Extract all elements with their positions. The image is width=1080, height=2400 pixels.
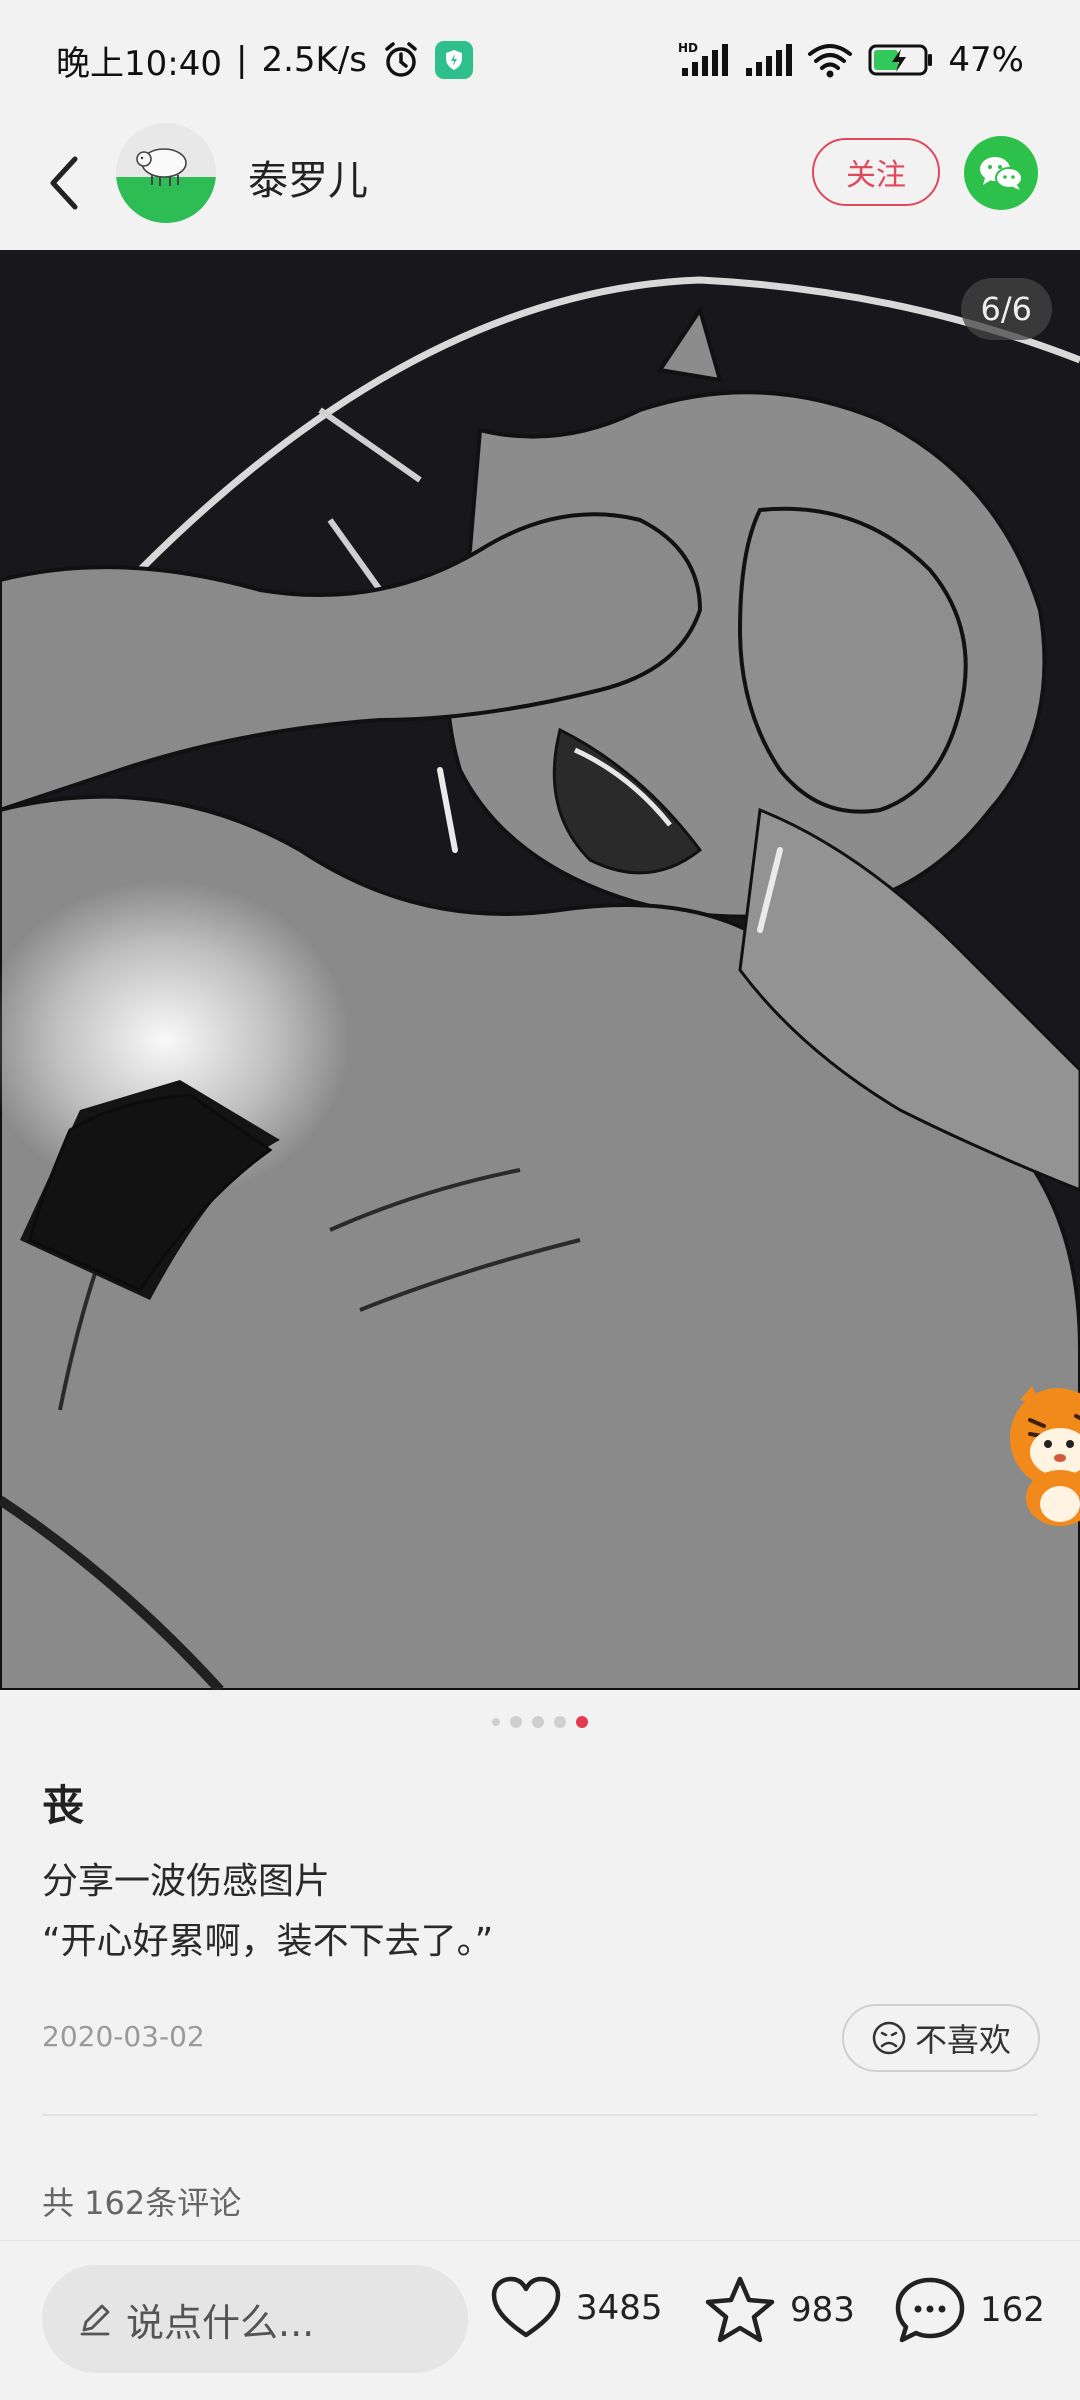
- dislike-button[interactable]: 不喜欢: [842, 2004, 1040, 2072]
- post-date: 2020-03-02: [42, 2020, 205, 2053]
- network-speed: 2.5K/s: [261, 40, 367, 80]
- status-right: HD 47%: [678, 40, 1024, 80]
- status-left: 晚上10:40 | 2.5K/s: [56, 36, 473, 85]
- post-title: 丧: [42, 1781, 85, 1830]
- battery-icon: [868, 42, 934, 78]
- follow-button[interactable]: 关注: [812, 138, 940, 206]
- comment-count-bottom: 162: [980, 2290, 1045, 2330]
- hd-label: HD: [678, 41, 698, 55]
- back-button[interactable]: [30, 148, 100, 218]
- tiger-mascot-floating[interactable]: [1000, 1380, 1080, 1534]
- post-detail-page: 晚上10:40 | 2.5K/s HD 47% 泰罗儿 关注 6/6 丧 分享一…: [0, 0, 1080, 2400]
- image-counter: 6/6: [960, 278, 1052, 340]
- comment-input-placeholder: 说点什么...: [126, 2300, 315, 2345]
- bottom-action-bar: 说点什么... 3485 983 162: [0, 2240, 1080, 2400]
- comment-bubble-icon: [895, 2277, 965, 2343]
- like-count: 3485: [576, 2288, 663, 2328]
- wechat-share-button[interactable]: [964, 136, 1038, 210]
- post-header: 泰罗儿 关注: [0, 120, 1080, 250]
- back-icon: [50, 156, 78, 210]
- tiger-mascot-icon: [1010, 1386, 1080, 1526]
- shield-icon: [435, 41, 473, 79]
- like-button[interactable]: 3485: [490, 2275, 663, 2341]
- battery-percent: 47%: [948, 40, 1024, 80]
- avatar[interactable]: [116, 123, 216, 223]
- post-image[interactable]: 6/6: [0, 250, 1080, 1690]
- dislike-label: 不喜欢: [914, 2022, 1011, 2058]
- star-icon: [705, 2276, 775, 2343]
- post-body-line: “开心好累啊，装不下去了。”: [42, 1921, 494, 1962]
- wechat-icon: [980, 157, 1023, 190]
- divider: [42, 2114, 1038, 2116]
- sad-face-icon: [872, 2021, 906, 2055]
- pagination-dot: [510, 1716, 522, 1728]
- image-pagination-dots: [0, 1712, 1080, 1732]
- favorite-button[interactable]: 983: [704, 2275, 855, 2345]
- signal-icon-2: [744, 40, 793, 80]
- comment-input[interactable]: 说点什么...: [42, 2265, 468, 2373]
- pagination-dot: [532, 1716, 544, 1728]
- post-body: 分享一波伤感图片 “开心好累啊，装不下去了。”: [42, 1852, 493, 1972]
- comment-button[interactable]: 162: [894, 2275, 1045, 2345]
- username[interactable]: 泰罗儿: [248, 148, 368, 206]
- favorite-count: 983: [790, 2290, 855, 2330]
- pencil-icon: [80, 2304, 110, 2336]
- wifi-icon: [806, 40, 854, 80]
- pagination-dot: [492, 1718, 500, 1726]
- alarm-icon: [381, 40, 421, 80]
- status-time: 晚上10:40: [56, 43, 222, 84]
- post-body-line: 分享一波伤感图片: [42, 1861, 331, 1902]
- pagination-dot-active: [576, 1716, 588, 1728]
- status-separator: |: [235, 40, 248, 80]
- heart-icon: [491, 2276, 561, 2338]
- status-bar: 晚上10:40 | 2.5K/s HD 47%: [0, 0, 1080, 120]
- illustration-crying-figure: [0, 250, 1080, 1690]
- sheep-avatar-image: [116, 123, 216, 223]
- signal-icon: HD: [678, 40, 730, 80]
- pagination-dot: [554, 1716, 566, 1728]
- comment-count: 共 162条评论: [42, 2184, 242, 2222]
